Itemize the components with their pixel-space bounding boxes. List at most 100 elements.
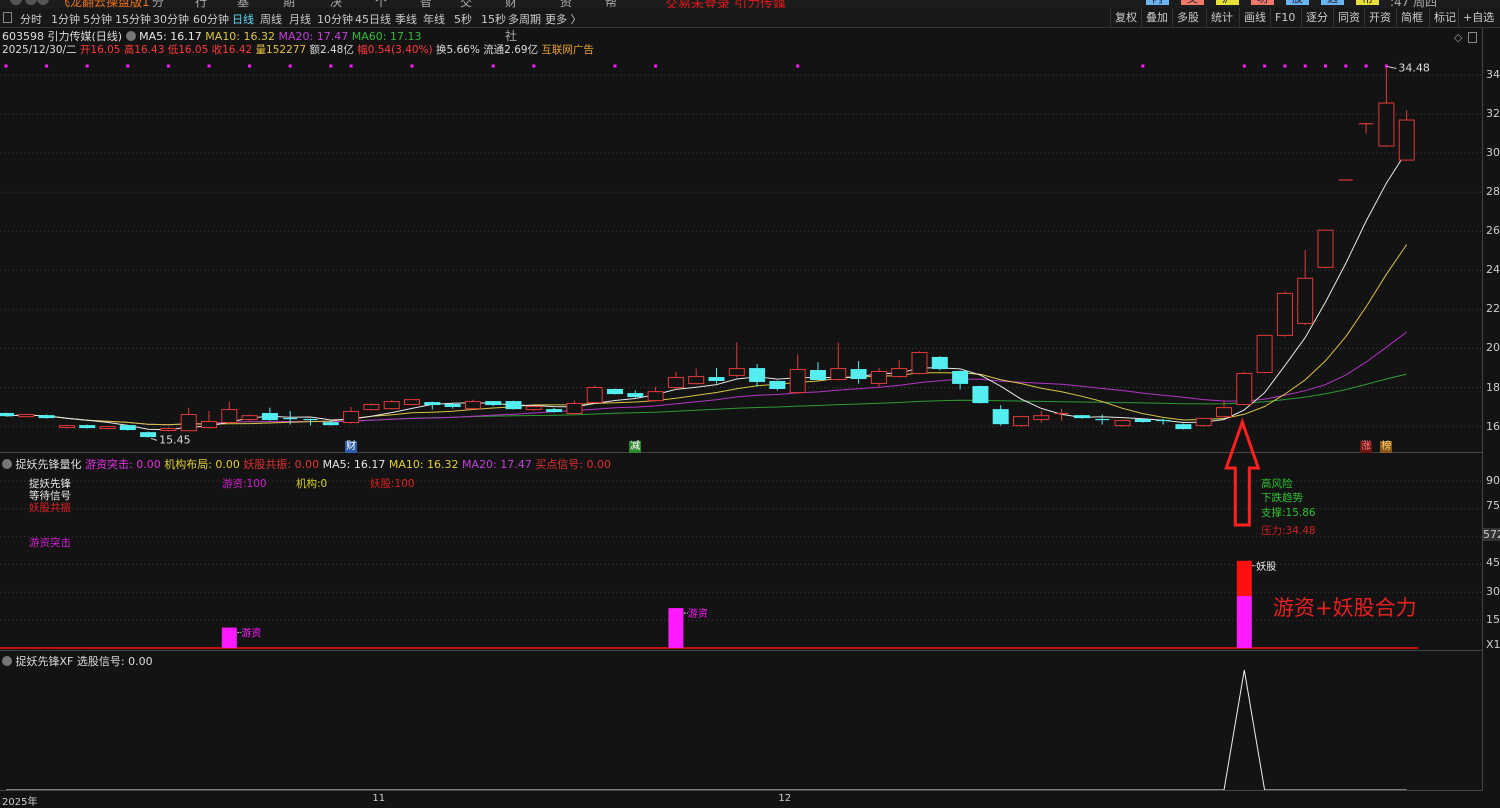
- candle: [647, 386, 664, 402]
- candle: [1175, 423, 1192, 430]
- candle: [485, 401, 502, 407]
- candle: [404, 399, 420, 406]
- candle: [688, 368, 705, 385]
- candle: [566, 400, 583, 415]
- candle: [140, 431, 157, 438]
- candle: [1378, 65, 1395, 148]
- signal-dot: [288, 64, 292, 68]
- price-tick-label: 28: [1486, 185, 1500, 199]
- signal-dot: [613, 64, 617, 68]
- youzi-bar: [668, 608, 684, 648]
- event-marker[interactable]: 涨: [1360, 441, 1373, 453]
- signal-dot: [85, 64, 89, 68]
- candle: [201, 410, 217, 429]
- candle-body: [789, 369, 806, 394]
- candle: [769, 380, 786, 391]
- price-tick-label: 30: [1486, 146, 1500, 160]
- candle: [1073, 414, 1090, 419]
- risk-signal: 高风险: [1261, 478, 1293, 490]
- up-arrow-icon: [1224, 417, 1261, 527]
- time-tick-label: 11: [372, 793, 386, 804]
- candle-body: [99, 426, 116, 430]
- candle: [586, 385, 603, 404]
- panel2-header: 捉妖先锋XF 选股信号: 0.00: [2, 653, 153, 669]
- signal-dot: [1141, 64, 1145, 68]
- signal-dot: [4, 64, 8, 68]
- candle: [1195, 417, 1212, 427]
- candle: [0, 412, 14, 417]
- candle-body: [850, 369, 867, 380]
- time-tick-label: 12: [778, 793, 792, 804]
- candle: [1276, 291, 1293, 337]
- candle-body: [404, 399, 420, 406]
- chevron-down-icon[interactable]: [2, 656, 12, 666]
- candle: [911, 351, 928, 375]
- candle-body: [525, 405, 542, 411]
- signal-dot: [532, 64, 536, 68]
- candle-body: [18, 413, 35, 418]
- signal-dot: [1344, 64, 1348, 68]
- candle-body: [1033, 415, 1050, 421]
- signal-dot: [1324, 64, 1327, 68]
- price-tick-label: 20: [1486, 341, 1500, 355]
- youzi-bar: [1236, 596, 1252, 648]
- candle-body: [1134, 419, 1151, 423]
- high-price-label: 34.48: [1398, 62, 1430, 75]
- candle: [525, 405, 542, 411]
- yaogu-score: 妖股:100: [370, 478, 415, 490]
- ma5-line: [5, 151, 1408, 431]
- candle-body: [363, 404, 380, 411]
- candle: [343, 407, 360, 424]
- candle: [992, 405, 1009, 426]
- candle: [261, 407, 278, 421]
- candle-body: [566, 403, 583, 415]
- candle: [1013, 415, 1029, 427]
- price-tick-label: 32: [1486, 106, 1500, 120]
- candle-body: [1276, 292, 1293, 336]
- price-tick-label: 34: [1486, 67, 1500, 81]
- candle-body: [1175, 424, 1192, 430]
- bar-label: 游资: [241, 627, 261, 640]
- bar-label: 游资: [688, 607, 708, 620]
- youzi-bar: [221, 627, 237, 648]
- candle-body: [688, 376, 705, 385]
- price-tick-label: 18: [1486, 380, 1500, 394]
- candle-body: [343, 411, 360, 423]
- candle: [1317, 229, 1334, 269]
- candle-body: [160, 428, 177, 432]
- candle: [1359, 123, 1374, 134]
- ma10-line: [5, 244, 1408, 426]
- ma5-value: MA5: 16.17: [322, 458, 386, 471]
- price-axis[interactable]: 16 18 20 22 24 26 28 30 32 34 90 75 572 45 30 15 X10: [1482, 28, 1500, 790]
- indicator-tick-label: 75: [1486, 499, 1500, 512]
- candle: [38, 414, 55, 419]
- candle: [1033, 410, 1050, 423]
- candle: [728, 342, 745, 378]
- candle-body: [749, 368, 766, 382]
- candle-body: [424, 402, 441, 406]
- event-marker[interactable]: 榜: [1380, 441, 1393, 453]
- candle-body: [1236, 372, 1253, 406]
- signal-dot: [491, 64, 495, 68]
- indicator-tick-label: X10: [1486, 638, 1500, 651]
- kline-chart[interactable]: 15.4534.48游资游资妖股: [0, 0, 1482, 806]
- candle: [749, 364, 766, 387]
- indicator-tick-label: 572: [1483, 528, 1500, 541]
- selection-signal-line: [6, 669, 1407, 791]
- bar-label: 妖股: [1256, 560, 1276, 573]
- candle-body: [0, 413, 14, 417]
- chevron-down-icon[interactable]: [2, 459, 12, 469]
- candle: [241, 414, 258, 421]
- candle-body: [464, 401, 481, 410]
- signal-dot: [796, 64, 800, 68]
- event-marker[interactable]: 减: [629, 441, 642, 453]
- ma20-value: MA20: 17.47: [462, 458, 532, 471]
- indicator-tick-label: 90: [1486, 474, 1500, 487]
- signal-dot: [45, 64, 49, 68]
- event-marker[interactable]: 财: [345, 441, 358, 453]
- signal-dot: [166, 64, 170, 68]
- resonance-label: 妖股共振: [29, 502, 71, 514]
- indicator-name: 捉妖先锋XF: [15, 655, 74, 668]
- candle-body: [647, 391, 664, 402]
- candle: [627, 390, 644, 398]
